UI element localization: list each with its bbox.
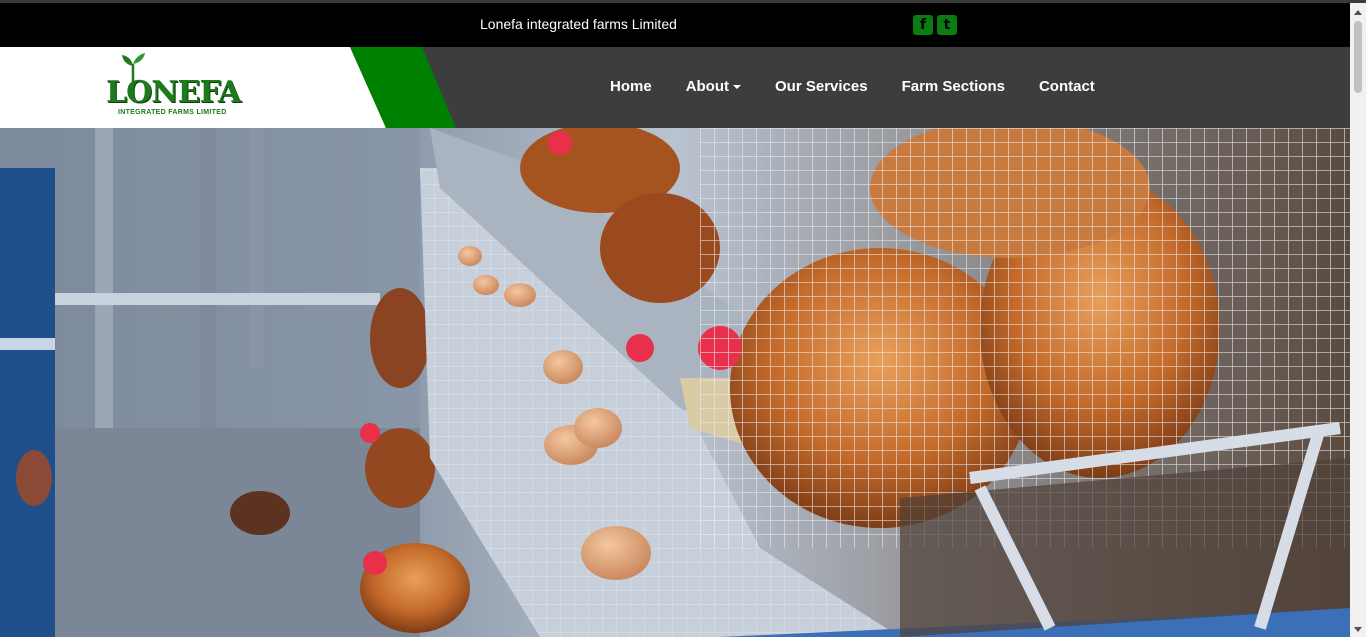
logo-wordmark: LONEFA (106, 75, 241, 110)
hero-image (0, 128, 1350, 637)
hero-photo-poultry-cages (0, 128, 1350, 637)
social-links: f t (913, 15, 957, 35)
twitter-square-icon[interactable]: t (937, 15, 957, 35)
nav-menu: Home About Our Services Farm Sections Co… (610, 78, 1095, 95)
main-navbar: LONEFA INTEGRATED FARMS LIMITED Home Abo… (0, 47, 1350, 128)
facebook-square-icon[interactable]: f (913, 15, 933, 35)
page: Lonefa integrated farms Limited f t LONE… (0, 0, 1366, 637)
caret-down-icon (733, 85, 742, 90)
vertical-scrollbar[interactable] (1350, 3, 1366, 637)
scroll-down-arrow-icon[interactable] (1354, 627, 1362, 632)
top-bar: Lonefa integrated farms Limited f t (0, 3, 1350, 47)
nav-item-about[interactable]: About (685, 78, 742, 95)
scrollbar-thumb[interactable] (1354, 21, 1362, 93)
nav-item-home[interactable]: Home (610, 78, 652, 95)
logo-panel[interactable]: LONEFA INTEGRATED FARMS LIMITED (0, 47, 456, 128)
logo-subtitle: INTEGRATED FARMS LIMITED (118, 109, 227, 116)
scroll-up-arrow-icon[interactable] (1354, 10, 1362, 15)
nav-item-contact[interactable]: Contact (1039, 78, 1095, 95)
nav-item-about-label: About (685, 78, 730, 95)
company-tagline: Lonefa integrated farms Limited (480, 16, 677, 32)
nav-item-our-services[interactable]: Our Services (775, 78, 868, 95)
nav-item-farm-sections[interactable]: Farm Sections (902, 78, 1005, 95)
